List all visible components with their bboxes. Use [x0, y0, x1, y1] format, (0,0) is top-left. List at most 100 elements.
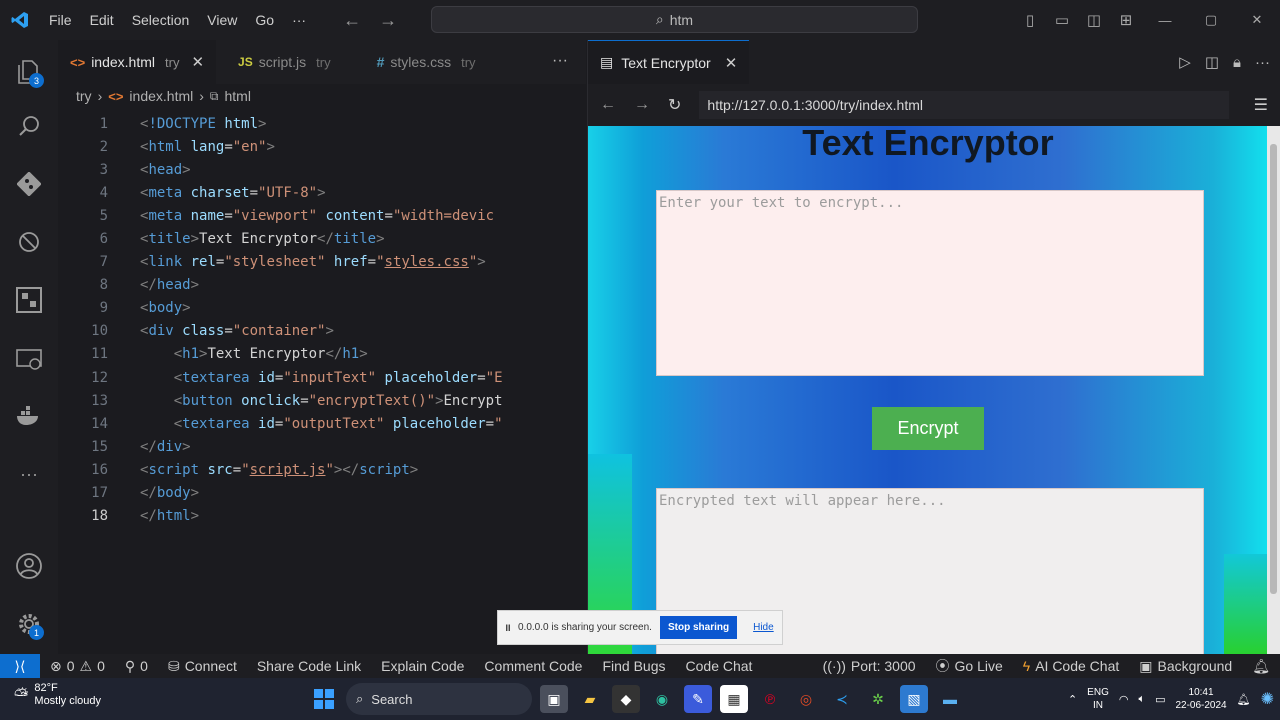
- copilot-icon[interactable]: ✺: [1261, 689, 1274, 709]
- volume-icon[interactable]: 🔈︎: [1138, 693, 1145, 706]
- task-view-icon[interactable]: ▣: [540, 685, 568, 713]
- edge-browser-icon[interactable]: ◉: [648, 685, 676, 713]
- settings-badge: 1: [29, 625, 44, 640]
- code-line: 17 </body>: [91, 485, 200, 502]
- explain-code-item[interactable]: Explain Code: [371, 658, 474, 674]
- breadcrumb-file[interactable]: index.html: [129, 88, 193, 104]
- encrypt-button[interactable]: Encrypt: [872, 407, 984, 450]
- lightning-icon: ϟ: [1022, 658, 1031, 674]
- url-input[interactable]: http://127.0.0.1:3000/try/index.html: [699, 91, 1230, 119]
- show-hidden-icons-icon[interactable]: ⌃: [1068, 693, 1077, 706]
- breadcrumb-folder[interactable]: try: [76, 88, 92, 104]
- split-editor-icon[interactable]: ◫: [1205, 53, 1219, 71]
- code-line: 14 <textarea id="outputText" placeholder…: [91, 415, 503, 432]
- account-icon[interactable]: [0, 542, 58, 590]
- file-explorer-icon[interactable]: ▰: [576, 685, 604, 713]
- tab-folder: try: [316, 54, 331, 70]
- source-control-icon[interactable]: [0, 160, 58, 208]
- notification-bell-icon[interactable]: 🔔︎: [1237, 693, 1251, 706]
- menu-view[interactable]: View: [198, 12, 246, 28]
- toggle-panel-icon[interactable]: ▭: [1046, 11, 1078, 29]
- maximize-icon[interactable]: ▢: [1188, 12, 1234, 28]
- chevron-right-icon: ›: [199, 88, 204, 104]
- run-debug-icon[interactable]: [0, 218, 58, 266]
- forward-arrow-icon[interactable]: →: [379, 10, 397, 31]
- wifi-icon[interactable]: ◠: [1119, 693, 1129, 706]
- code-chat-item[interactable]: Code Chat: [676, 658, 763, 674]
- remote-explorer-icon[interactable]: [0, 336, 58, 384]
- menu-file[interactable]: File: [40, 12, 81, 28]
- settings-gear-icon[interactable]: 1: [0, 600, 58, 648]
- app-icon[interactable]: ◆: [612, 685, 640, 713]
- customize-layout-icon[interactable]: ⊞: [1110, 11, 1142, 29]
- close-tab-icon[interactable]: ✕: [191, 53, 204, 71]
- tab-styles-css[interactable]: # styles.css try: [365, 40, 488, 84]
- hamburger-menu-icon[interactable]: ☰: [1254, 95, 1268, 115]
- browser-forward-icon[interactable]: →: [634, 96, 650, 114]
- close-window-icon[interactable]: ✕: [1234, 12, 1280, 28]
- minimize-icon[interactable]: —: [1142, 13, 1188, 28]
- toggle-sidebar-icon[interactable]: ▯: [1014, 11, 1046, 29]
- go-live-item[interactable]: ⦿ Go Live: [926, 656, 1013, 676]
- windows-start-icon[interactable]: [310, 685, 338, 713]
- problems-indicator[interactable]: ⊗ 0 ⚠ 0: [40, 658, 115, 675]
- window-app-icon[interactable]: ▬: [936, 685, 964, 713]
- battery-icon[interactable]: ▭: [1155, 693, 1165, 706]
- toggle-secondary-sidebar-icon[interactable]: ◫: [1078, 11, 1110, 29]
- vscode-taskbar-icon[interactable]: ≺: [828, 685, 856, 713]
- run-play-icon[interactable]: ▷: [1179, 53, 1191, 71]
- pinterest-icon[interactable]: ℗: [756, 685, 784, 713]
- preview-scrollbar[interactable]: [1267, 126, 1280, 654]
- stop-sharing-button[interactable]: Stop sharing: [659, 616, 738, 639]
- taskbar-search[interactable]: ⌕ Search: [346, 683, 532, 715]
- code-line: 13 <button onclick="encryptText()">Encry…: [91, 392, 503, 409]
- tab-folder: try: [461, 54, 476, 70]
- close-tab-icon[interactable]: ✕: [725, 54, 738, 72]
- xbox-app-icon[interactable]: ✲: [864, 685, 892, 713]
- back-arrow-icon[interactable]: ←: [343, 10, 361, 31]
- command-center-search[interactable]: ⌕ htm: [431, 6, 918, 33]
- tab-script-js[interactable]: JS script.js try: [226, 40, 343, 84]
- hide-sharing-link[interactable]: Hide: [753, 622, 774, 633]
- code-line: 2 <html lang="en">: [99, 138, 275, 155]
- menu-go[interactable]: Go: [246, 12, 283, 28]
- find-bugs-item[interactable]: Find Bugs: [592, 658, 675, 674]
- tab-more-icon[interactable]: ···: [552, 52, 568, 70]
- language-indicator[interactable]: ENG IN: [1087, 686, 1109, 712]
- reload-icon[interactable]: ↻: [668, 95, 681, 115]
- background-item[interactable]: ▣ Background: [1129, 658, 1242, 675]
- tab-preview[interactable]: ▤ Text Encryptor ✕: [588, 40, 750, 84]
- tab-index-html[interactable]: <> index.html try ✕: [58, 40, 217, 84]
- menu-selection[interactable]: Selection: [123, 12, 199, 28]
- extensions-icon[interactable]: [0, 276, 58, 324]
- notifications-bell-icon[interactable]: 🔔︎: [1242, 658, 1280, 675]
- port-item[interactable]: ((·)) Port: 3000: [813, 658, 926, 674]
- lock-icon[interactable]: 🔒︎: [1233, 54, 1241, 71]
- browser-back-icon[interactable]: ←: [600, 96, 616, 114]
- search-icon[interactable]: [0, 102, 58, 150]
- weather-widget[interactable]: ⛅︎ 82°F Mostly cloudy: [14, 682, 101, 708]
- more-views-icon[interactable]: ···: [0, 450, 58, 498]
- calendar-app-icon[interactable]: ▦: [720, 685, 748, 713]
- chrome-app-icon[interactable]: ◎: [792, 685, 820, 713]
- menu-more[interactable]: ···: [283, 12, 315, 28]
- broadcast-icon: ((·)): [822, 658, 846, 674]
- more-actions-icon[interactable]: ···: [1255, 54, 1270, 71]
- editor-app-icon[interactable]: ✎: [684, 685, 712, 713]
- ai-code-chat-item[interactable]: ϟ AI Code Chat: [1013, 658, 1129, 674]
- explorer-icon[interactable]: 3: [0, 48, 58, 96]
- ports-indicator[interactable]: ⚲ 0: [115, 658, 158, 675]
- docker-icon[interactable]: [0, 392, 58, 440]
- menu-edit[interactable]: Edit: [81, 12, 123, 28]
- clock[interactable]: 10:41 22-06-2024: [1175, 686, 1226, 712]
- input-textarea[interactable]: Enter your text to encrypt...: [656, 190, 1204, 376]
- photos-app-icon[interactable]: ▧: [900, 685, 928, 713]
- share-code-link-item[interactable]: Share Code Link: [247, 658, 371, 674]
- connect-item[interactable]: ⛁ Connect: [158, 658, 247, 675]
- breadcrumb-symbol[interactable]: html: [224, 88, 250, 104]
- comment-code-item[interactable]: Comment Code: [474, 658, 592, 674]
- code-editor[interactable]: 1 <!DOCTYPE html> 2 <html lang="en"> 3 <hea…: [58, 112, 586, 528]
- remote-indicator-icon[interactable]: ⟩⟨: [0, 654, 40, 678]
- editor-group: <> index.html try ✕ JS script.js try # s…: [58, 40, 586, 654]
- code-line: 3 <head>: [99, 161, 191, 178]
